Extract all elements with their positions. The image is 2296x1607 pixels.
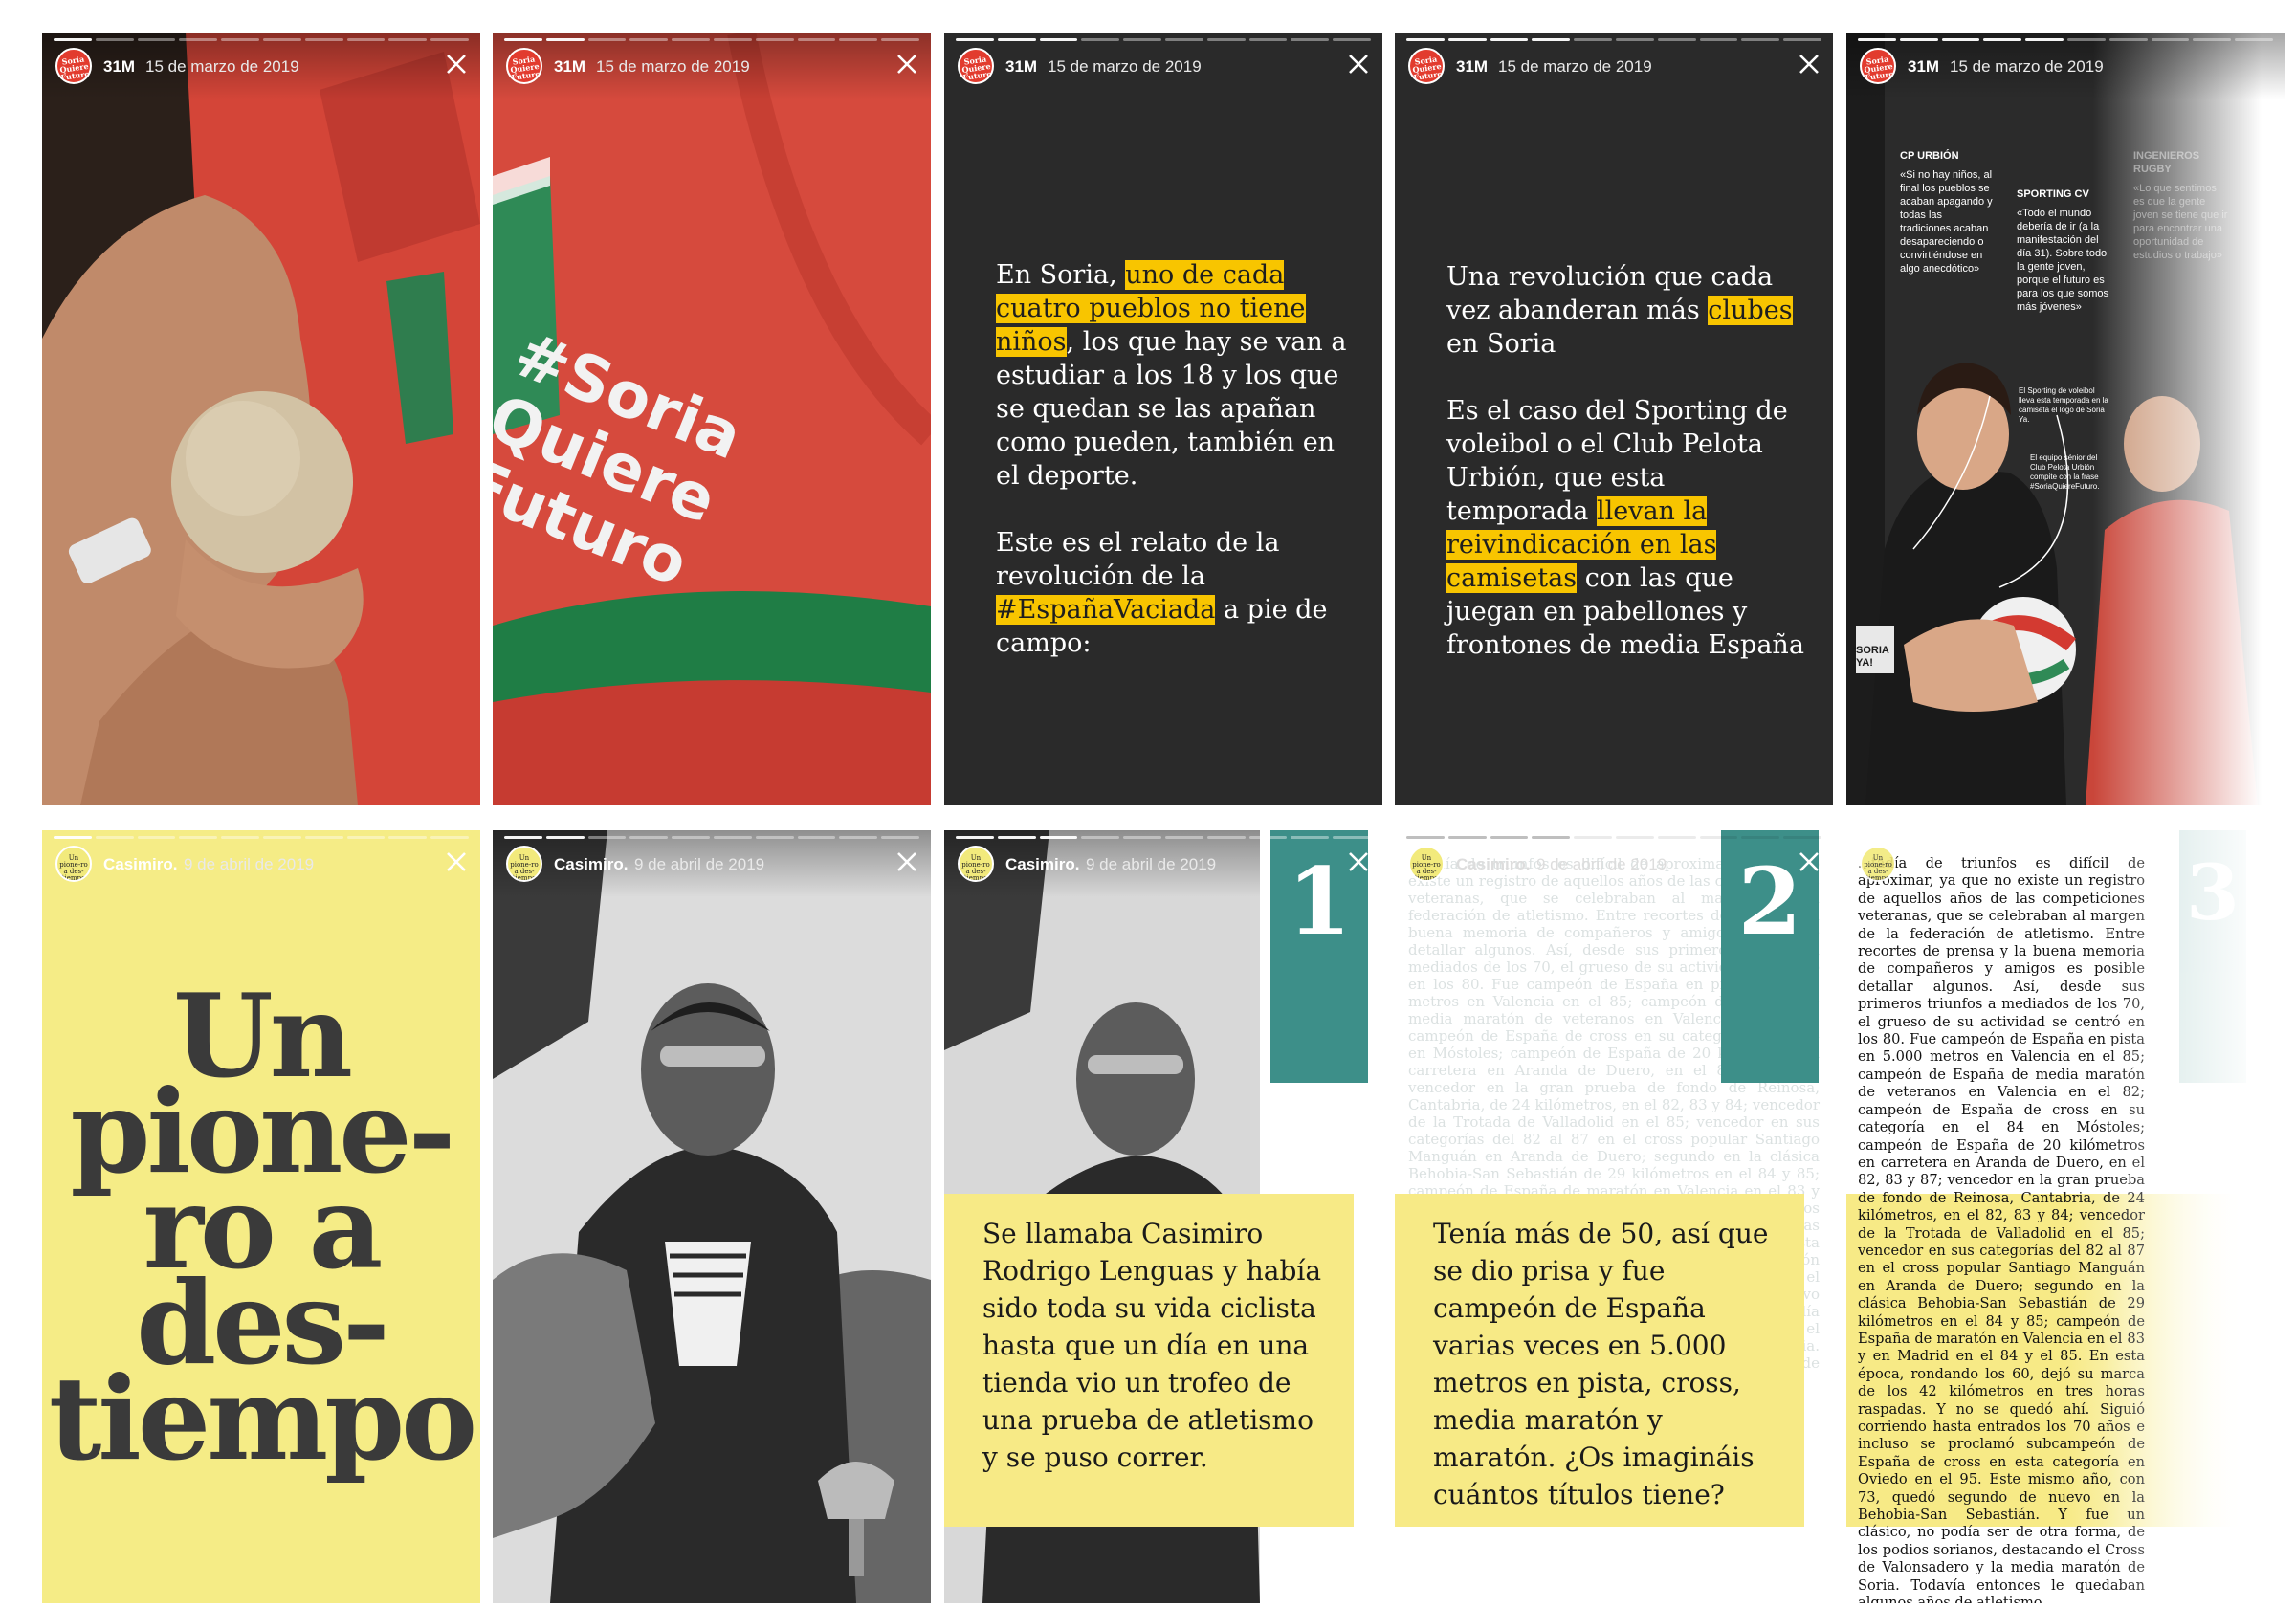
avatar[interactable]: Soria Quiere Futuro [1408, 48, 1445, 84]
story-text: Una revolución que cada vez abanderan má… [1446, 260, 1810, 695]
story-slide-10[interactable]: ...tadía de triunfos es difícil de aprox… [1846, 830, 2285, 1603]
avatar[interactable]: Soria Quiere Futuro [506, 48, 542, 84]
caption-urbion: El equipo sénior del Club Pelota Urbión … [2030, 453, 2100, 491]
story-text: En Soria, uno de cada cuatro pueblos no … [996, 258, 1359, 693]
close-icon[interactable] [442, 848, 471, 876]
username[interactable]: Casimiro. [1005, 855, 1079, 874]
highlight: clubes [1708, 296, 1793, 325]
close-icon[interactable] [442, 50, 471, 78]
progress-bar [1406, 836, 1821, 839]
story-slide-6[interactable]: Un pione- ro a des- tiempo Un pione-ro a… [42, 830, 480, 1603]
avatar-logo: Soria Quiere Futuro [960, 54, 993, 82]
progress-bar [956, 38, 1371, 41]
username[interactable]: 31M [1456, 57, 1488, 77]
story-slide-4[interactable]: Soria Quiere Futuro 31M 15 de marzo de 2… [1395, 33, 1833, 805]
progress-bar [504, 836, 919, 839]
story-caption-box: Tenía más de 50, así que se dio prisa y … [1395, 1194, 1804, 1527]
username[interactable]: Casimiro. [103, 855, 177, 874]
story-date: 9 de abril de 2019 [1536, 855, 1667, 873]
close-icon[interactable] [1344, 848, 1373, 876]
story-date: 15 de marzo de 2019 [1498, 57, 1652, 76]
avatar-logo: Soria Quiere Futuro [1863, 54, 1895, 82]
avatar[interactable]: Un pione-ro a des-tiempo [1860, 846, 1896, 882]
progress-bar [1406, 38, 1821, 41]
close-icon[interactable] [893, 50, 921, 78]
avatar-logo: Un pione-ro a des-tiempo [1864, 854, 1892, 882]
photo-casimiro [493, 830, 931, 1603]
paragraph-2: Es el caso del Sporting de voleibol o el… [1446, 396, 1804, 660]
story-caption-box: Se llamaba Casimiro Rodrigo Lenguas y ha… [944, 1194, 1354, 1527]
story-date: 15 de marzo de 2019 [1048, 57, 1202, 76]
story-slide-7[interactable]: Un pione-ro a des-tiempo Casimiro. 9 de … [493, 830, 931, 1603]
story-slide-8[interactable]: 1 Se llamaba Casimiro Rodrigo Lenguas y … [944, 830, 1382, 1603]
article-text: ...tadía de triunfos es difícil de aprox… [1858, 855, 2145, 1603]
avatar[interactable]: Un pione-ro a des-tiempo [506, 846, 542, 882]
close-icon[interactable] [1795, 848, 1823, 876]
paragraph-1: En Soria, uno de cada cuatro pueblos no … [996, 260, 1347, 491]
avatar[interactable]: Un pione-ro a des-tiempo [55, 846, 92, 882]
caption-sporting: El Sporting de voleibol lleva esta tempo… [2019, 386, 2108, 424]
avatar-logo: Soria Quiere Futuro [509, 54, 541, 82]
paragraph-1: Una revolución que cada vez abanderan má… [1446, 262, 1793, 359]
username[interactable]: 31M [1005, 57, 1037, 77]
username[interactable]: 31M [554, 57, 585, 77]
close-icon[interactable] [1344, 50, 1373, 78]
story-date: 15 de marzo de 2019 [1950, 57, 2104, 76]
avatar-logo: Un pione-ro a des-tiempo [59, 854, 88, 882]
avatar[interactable]: Soria Quiere Futuro [55, 48, 92, 84]
story-date: 15 de marzo de 2019 [596, 57, 750, 76]
avatar-logo: Soria Quiere Futuro [1411, 54, 1444, 82]
story-slide-5[interactable]: CP URBIÓN «Si no hay niños, al final los… [1846, 33, 2285, 805]
hashtag-highlight: #EspañaVaciada [996, 595, 1216, 625]
avatar[interactable]: Soria Quiere Futuro [958, 48, 994, 84]
avatar[interactable]: Un pione-ro a des-tiempo [958, 846, 994, 882]
quote-ingenieros-rugby: INGENIEROS RUGBY «Lo que sentimos es que… [2133, 150, 2228, 261]
avatar-logo: Un pione-ro a des-tiempo [1412, 854, 1441, 882]
story-date: 9 de abril de 2019 [1086, 855, 1217, 873]
avatar-logo: Un pione-ro a des-tiempo [510, 854, 539, 882]
shirt-logo-soria-ya: SORIA YA! [1856, 645, 1889, 669]
progress-bar [54, 836, 469, 839]
username[interactable]: 31M [1908, 57, 1939, 77]
avatar[interactable]: Soria Quiere Futuro [1860, 48, 1896, 84]
username[interactable]: Casimiro. [1456, 855, 1530, 874]
progress-bar [54, 38, 469, 41]
username[interactable]: 31M [103, 57, 135, 77]
story-date: 9 de abril de 2019 [634, 855, 765, 873]
progress-bar [956, 836, 1371, 839]
photo-hand-ball [42, 33, 480, 805]
story-date: 15 de marzo de 2019 [145, 57, 299, 76]
progress-bar [504, 38, 919, 41]
avatar-logo: Soria Quiere Futuro [58, 54, 91, 82]
story-date: 9 de abril de 2019 [184, 855, 315, 873]
story-slide-1[interactable]: Soria Quiere Futuro 31M 15 de marzo de 2… [42, 33, 480, 805]
quote-cp-urbion: CP URBIÓN «Si no hay niños, al final los… [1900, 150, 1993, 275]
paragraph-2: Este es el relato de la revolución de la… [996, 528, 1328, 658]
close-icon[interactable] [1795, 50, 1823, 78]
quote-sporting-cv: SPORTING CV «Todo el mundo debería de ir… [2017, 188, 2108, 313]
progress-bar [1858, 38, 2273, 41]
avatar[interactable]: Un pione-ro a des-tiempo [1408, 846, 1445, 882]
close-icon[interactable] [893, 848, 921, 876]
avatar-logo: Un pione-ro a des-tiempo [961, 854, 990, 882]
story-slide-9[interactable]: ...tadía de triunfos es difícil de aprox… [1395, 830, 1833, 1603]
username[interactable]: Casimiro. [554, 855, 628, 874]
story-slide-3[interactable]: Soria Quiere Futuro 31M 15 de marzo de 2… [944, 33, 1382, 805]
story-slide-2[interactable]: #Soria Quiere Futuro Soria Quiere Futuro… [493, 33, 931, 805]
story-title: Un pione- ro a des- tiempo [48, 969, 477, 1486]
